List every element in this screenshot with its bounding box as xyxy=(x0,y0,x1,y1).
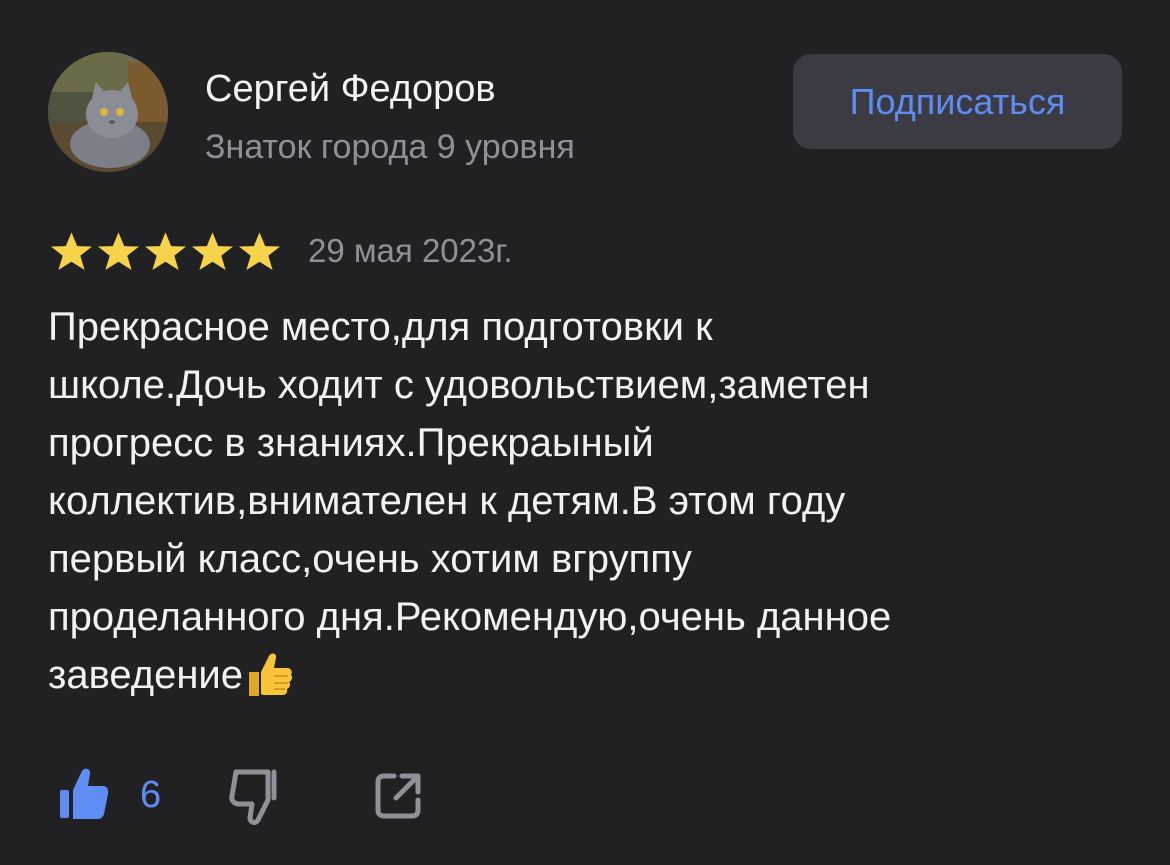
star-icon xyxy=(191,232,234,271)
star-icon xyxy=(50,232,93,271)
dislike-button[interactable] xyxy=(228,760,294,830)
thumbs-up-emoji-icon xyxy=(249,653,293,696)
like-count: 6 xyxy=(140,774,162,816)
review-text: Прекрасное место,для подготовки к школе.… xyxy=(48,298,1108,704)
author-name[interactable]: Сергей Федоров xyxy=(205,68,496,111)
thumbs-down-icon xyxy=(229,769,277,825)
review-header: Сергей Федоров Знаток города 9 уровня По… xyxy=(48,52,1122,174)
review-date: 29 мая 2023г. xyxy=(308,232,513,269)
star-icon xyxy=(144,232,187,271)
like-button[interactable]: 6 xyxy=(48,760,188,830)
subscribe-button[interactable]: Подписаться xyxy=(793,54,1122,149)
review-line: коллектив,внимателен к детям.В этом году xyxy=(48,479,846,523)
review-line: заведение xyxy=(48,653,244,697)
share-icon xyxy=(375,773,421,819)
rating-row: 29 мая 2023г. xyxy=(48,226,748,276)
cat-avatar-icon xyxy=(48,52,168,172)
star-icon xyxy=(238,232,281,271)
review-line: проделанного дня.Рекомендую,очень данное xyxy=(48,595,892,639)
author-avatar[interactable] xyxy=(48,52,168,172)
review-line: школе.Дочь ходит с удовольствием,заметен xyxy=(48,363,870,407)
review-line: прогресс в знаниях.Прекраыный xyxy=(48,421,654,465)
review-actions: 6 xyxy=(48,760,548,830)
author-level: Знаток города 9 уровня xyxy=(205,128,575,166)
thumbs-up-icon xyxy=(60,768,109,819)
share-button[interactable] xyxy=(370,760,430,830)
star-rating xyxy=(48,230,283,274)
review-line-last: заведение xyxy=(48,646,1108,704)
star-icon xyxy=(97,232,140,271)
review-line: Прекрасное место,для подготовки к xyxy=(48,305,713,349)
review-line: первый класс,очень хотим вгруппу xyxy=(48,537,692,581)
